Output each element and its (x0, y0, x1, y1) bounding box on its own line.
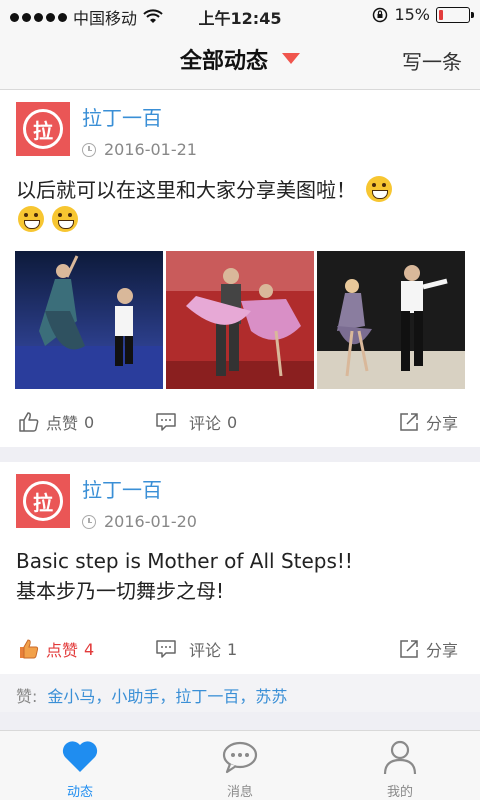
post-card: 拉 拉丁一百 2016-01-21 以后就可以在这里和大家分享美图啦！ 点赞 0… (0, 90, 480, 447)
clock-icon (82, 514, 96, 529)
comment-count: 1 (227, 639, 238, 659)
post-meta: 2016-01-21 (82, 140, 197, 159)
like-label: 点赞 (46, 414, 79, 433)
like-count: 4 (84, 639, 95, 659)
post-actions: 点赞 0 评论 0 分享 (0, 410, 480, 440)
post-actions: 点赞 4 评论 1 分享 (0, 637, 480, 667)
post-image[interactable] (15, 251, 163, 389)
share-label: 分享 (426, 414, 459, 433)
share-icon (400, 413, 418, 431)
likers-bar: 赞: 金小马，小助手，拉丁一百，苏苏 (0, 674, 480, 712)
post-text: Basic step is Mother of All Steps!! 基本步乃… (16, 546, 464, 606)
battery-percent: 15% (394, 5, 430, 24)
tab-label: 消息 (226, 785, 253, 800)
post-text-line: Basic step is Mother of All Steps!! (16, 549, 353, 573)
post-image[interactable] (166, 251, 314, 389)
share-icon (400, 640, 418, 658)
share-button[interactable]: 分享 (398, 410, 458, 434)
like-button[interactable]: 点赞 0 (18, 410, 94, 434)
comment-count: 0 (227, 412, 238, 432)
tab-messages[interactable]: 消息 (160, 731, 320, 800)
like-button[interactable]: 点赞 4 (18, 637, 94, 661)
author-avatar[interactable]: 拉 (16, 474, 70, 528)
caret-down-icon (282, 53, 300, 64)
comment-label: 评论 (189, 414, 222, 433)
author-name[interactable]: 拉丁一百 (82, 474, 162, 503)
like-label: 点赞 (46, 641, 79, 660)
tab-label: 动态 (66, 785, 93, 800)
author-name[interactable]: 拉丁一百 (82, 102, 162, 131)
battery-icon (436, 6, 474, 23)
person-icon (383, 740, 417, 775)
post-meta: 2016-01-20 (82, 512, 197, 531)
post-text-line: 基本步乃一切舞步之母! (16, 579, 225, 603)
compose-button[interactable]: 写一条 (402, 46, 462, 75)
nav-bar: 全部动态 写一条 (0, 30, 480, 90)
share-button[interactable]: 分享 (398, 637, 458, 661)
clock-icon (82, 142, 96, 157)
share-label: 分享 (426, 641, 459, 660)
grin-emoji-icon (366, 176, 392, 202)
thumbs-up-filled-icon (20, 639, 39, 659)
page-title: 全部动态 (179, 49, 268, 74)
comment-icon (156, 413, 176, 431)
comment-button[interactable]: 评论 1 (155, 637, 237, 661)
status-right: 15% (372, 5, 474, 24)
tab-bar: 动态 消息 我的 (0, 730, 480, 800)
grin-emoji-icon (18, 206, 44, 232)
post-image[interactable] (317, 251, 465, 389)
comment-icon (156, 640, 176, 658)
post-date: 2016-01-20 (104, 512, 197, 531)
heart-icon (62, 741, 98, 772)
post-text-body: 以后就可以在这里和大家分享美图啦！ (16, 178, 356, 202)
author-avatar[interactable]: 拉 (16, 102, 70, 156)
post-date: 2016-01-21 (104, 140, 197, 159)
status-bar: 中国移动 上午12:45 15% (0, 0, 480, 30)
grin-emoji-icon (52, 206, 78, 232)
tab-label: 我的 (386, 785, 413, 800)
like-count: 0 (84, 412, 95, 432)
post-card: 拉 拉丁一百 2016-01-20 Basic step is Mother o… (0, 462, 480, 712)
comment-button[interactable]: 评论 0 (155, 410, 237, 434)
tab-profile[interactable]: 我的 (320, 731, 480, 800)
rotation-lock-icon (373, 7, 388, 22)
post-text: 以后就可以在这里和大家分享美图啦！ (16, 175, 464, 235)
comment-label: 评论 (189, 641, 222, 660)
thumbs-up-icon (19, 412, 39, 432)
chat-icon (222, 741, 258, 774)
likers-label: 赞: (16, 687, 38, 706)
tab-feed[interactable]: 动态 (0, 731, 160, 800)
likers-names[interactable]: 金小马，小助手，拉丁一百，苏苏 (47, 687, 287, 706)
